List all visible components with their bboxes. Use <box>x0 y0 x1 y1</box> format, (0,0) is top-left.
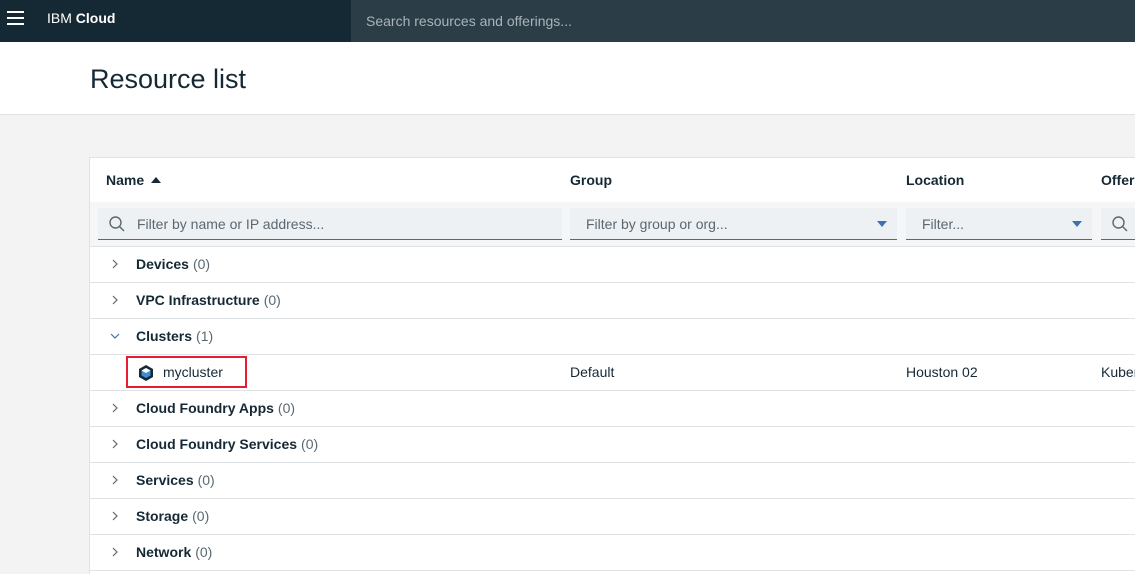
chevron-down-icon[interactable] <box>110 331 120 341</box>
chevron-right-icon[interactable] <box>110 259 120 269</box>
group-row-services[interactable]: Services (0) <box>90 463 1135 499</box>
name-filter-input[interactable] <box>98 208 562 240</box>
name-filter <box>98 208 562 240</box>
resource-table: Name Group Location Offer Filter by name… <box>89 157 1135 574</box>
page-title: Resource list <box>90 64 247 94</box>
cluster-offering: Kuber <box>1101 364 1135 380</box>
global-search <box>351 0 1135 42</box>
group-label: Storage (0) <box>136 499 209 534</box>
group-name: VPC Infrastructure <box>136 292 260 308</box>
group-name: Cloud Foundry Apps <box>136 400 274 416</box>
top-nav-bar: IBM Cloud <box>0 0 1135 42</box>
group-filter[interactable] <box>570 208 897 240</box>
location-filter-input[interactable] <box>906 208 1092 240</box>
group-name: Services <box>136 472 194 488</box>
offering-filter-input[interactable] <box>1101 208 1135 240</box>
chevron-right-icon[interactable] <box>110 475 120 485</box>
brand-prefix: IBM <box>47 10 72 26</box>
chevron-down-icon <box>1072 221 1082 227</box>
group-label: VPC Infrastructure (0) <box>136 283 281 318</box>
chevron-right-icon[interactable] <box>110 403 120 413</box>
column-header-name[interactable]: Name <box>106 158 162 202</box>
group-row-storage[interactable]: Storage (0) <box>90 499 1135 535</box>
resource-groups: Devices (0) VPC Infrastructure (0) Cluster… <box>90 247 1135 571</box>
global-search-input[interactable] <box>351 0 1135 42</box>
chevron-right-icon[interactable] <box>110 511 120 521</box>
group-label: Cloud Foundry Services (0) <box>136 427 318 462</box>
group-row-clusters[interactable]: Clusters (1) <box>90 319 1135 355</box>
cluster-location: Houston 02 <box>906 364 978 380</box>
group-count: (0) <box>263 292 281 308</box>
group-row-devices[interactable]: Devices (0) <box>90 247 1135 283</box>
group-count: (0) <box>301 436 319 452</box>
column-header-name-label: Name <box>106 172 145 188</box>
cluster-group: Default <box>570 364 615 380</box>
group-count: (1) <box>196 328 214 344</box>
brand-name: Cloud <box>75 10 116 26</box>
menu-icon[interactable] <box>7 11 24 25</box>
filter-row <box>90 202 1135 247</box>
cluster-name-link[interactable]: mycluster <box>163 355 223 390</box>
group-name: Clusters <box>136 328 193 344</box>
chevron-down-icon <box>877 221 887 227</box>
chevron-right-icon[interactable] <box>110 295 120 305</box>
group-name: Network <box>136 544 192 560</box>
group-count: (0) <box>197 472 215 488</box>
group-row-network[interactable]: Network (0) <box>90 535 1135 571</box>
ibm-cloud-logo[interactable]: IBM Cloud <box>47 10 115 26</box>
offering-filter <box>1101 208 1135 240</box>
page-header: Resource list <box>0 42 1135 115</box>
group-name: Cloud Foundry Services <box>136 436 298 452</box>
group-name: Devices <box>136 256 189 272</box>
sort-ascending-icon <box>151 177 162 183</box>
group-label: Network (0) <box>136 535 212 570</box>
group-row-cloud-foundry-services[interactable]: Cloud Foundry Services (0) <box>90 427 1135 463</box>
table-row-mycluster[interactable]: mycluster Default Houston 02 Kuber <box>90 355 1135 391</box>
group-row-cloud-foundry-apps[interactable]: Cloud Foundry Apps (0) <box>90 391 1135 427</box>
group-count: (0) <box>192 256 211 272</box>
group-count: (0) <box>277 400 296 416</box>
column-header-location[interactable]: Location <box>906 158 964 202</box>
location-filter[interactable] <box>906 208 1092 240</box>
chevron-right-icon[interactable] <box>110 547 120 557</box>
group-label: Services (0) <box>136 463 215 498</box>
group-label: Clusters (1) <box>136 319 213 354</box>
group-label: Devices (0) <box>136 247 210 282</box>
group-label: Cloud Foundry Apps (0) <box>136 391 295 426</box>
group-count: (0) <box>195 544 213 560</box>
group-count: (0) <box>192 508 210 524</box>
group-name: Storage <box>136 508 189 524</box>
chevron-right-icon[interactable] <box>110 439 120 449</box>
column-header-offering[interactable]: Offer <box>1101 158 1134 202</box>
kubernetes-cluster-icon <box>139 365 153 381</box>
group-filter-input[interactable] <box>570 208 897 240</box>
group-row-vpc-infrastructure[interactable]: VPC Infrastructure (0) <box>90 283 1135 319</box>
column-header-group[interactable]: Group <box>570 158 612 202</box>
